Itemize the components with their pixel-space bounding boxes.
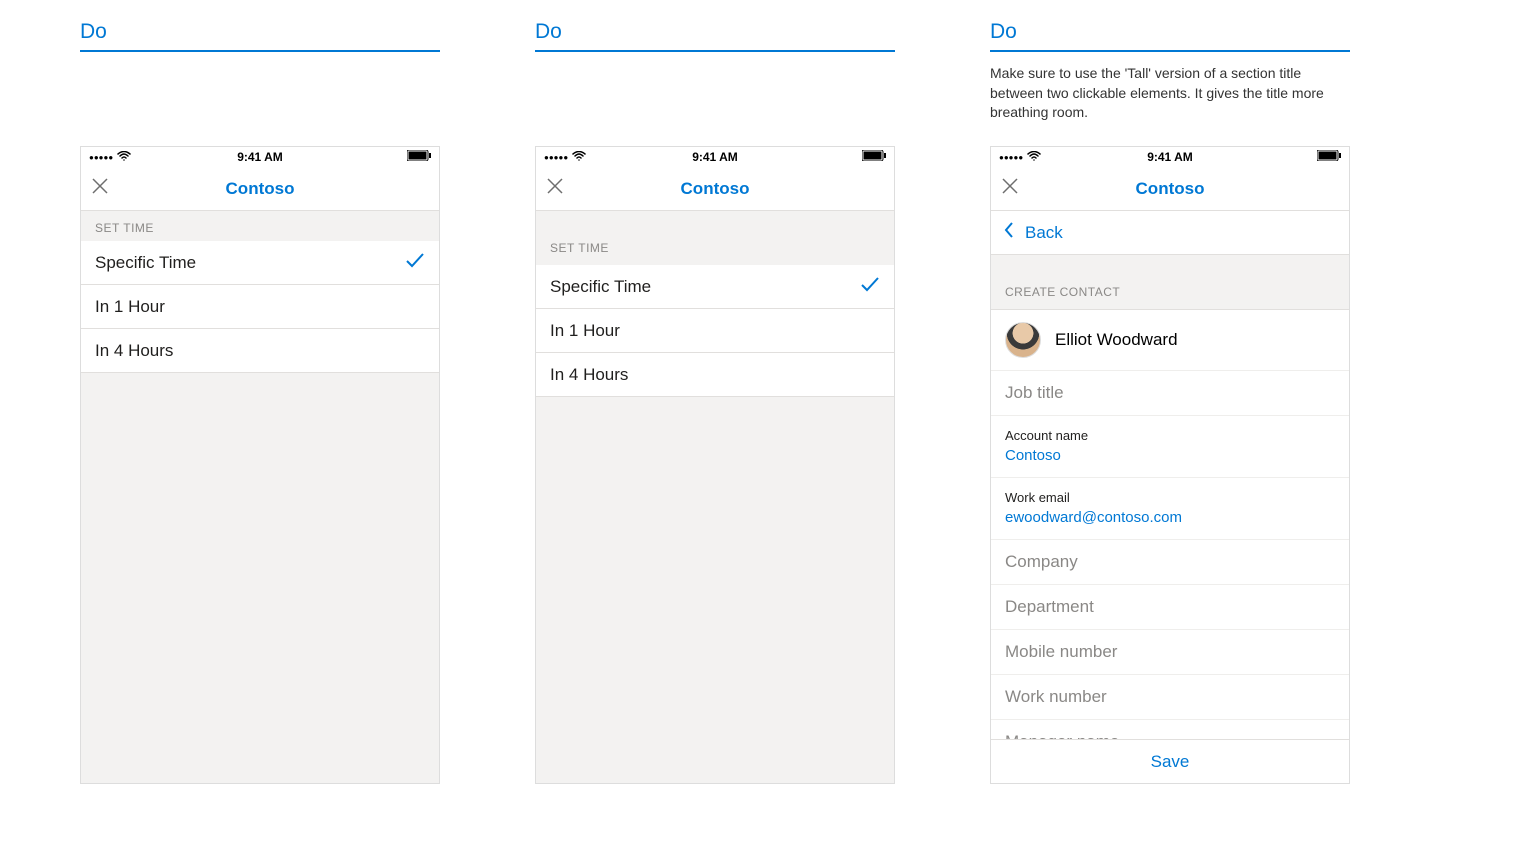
- column-description: [80, 64, 440, 128]
- field-value: ewoodward@contoso.com: [1005, 509, 1182, 526]
- option-specific-time[interactable]: Specific Time: [81, 241, 439, 285]
- nav-bar: Contoso: [536, 167, 894, 211]
- status-time: 9:41 AM: [991, 150, 1349, 164]
- nav-title: Contoso: [991, 179, 1349, 199]
- option-label: In 4 Hours: [95, 341, 173, 361]
- placeholder-text: Mobile number: [1005, 642, 1117, 661]
- status-bar: ●●●●● 9:41 AM: [81, 147, 439, 167]
- option-in-1-hour[interactable]: In 1 Hour: [536, 309, 894, 353]
- section-header-set-time-tall: SET TIME: [536, 211, 894, 265]
- section-header-set-time: SET TIME: [81, 211, 439, 241]
- example-column-1: Do ●●●●● 9:41 AM C: [80, 20, 440, 784]
- column-description: [535, 64, 895, 128]
- avatar: [1005, 322, 1041, 358]
- status-time: 9:41 AM: [536, 150, 894, 164]
- work-email-field[interactable]: Work email ewoodward@contoso.com: [991, 478, 1349, 540]
- placeholder-text: Work number: [1005, 687, 1107, 706]
- field-value: Contoso: [1005, 447, 1061, 464]
- status-bar: ●●●●● 9:41 AM: [991, 147, 1349, 167]
- back-button[interactable]: Back: [991, 211, 1349, 255]
- checkmark-icon: [405, 252, 425, 273]
- placeholder-text: Job title: [1005, 383, 1064, 402]
- option-in-4-hours[interactable]: In 4 Hours: [81, 329, 439, 373]
- field-label: Work email: [1005, 490, 1335, 505]
- section-header-create-contact: CREATE CONTACT: [991, 255, 1349, 309]
- work-number-field[interactable]: Work number: [991, 675, 1349, 720]
- save-button[interactable]: Save: [991, 739, 1349, 783]
- option-label: Specific Time: [550, 277, 651, 297]
- nav-title: Contoso: [536, 179, 894, 199]
- department-field[interactable]: Department: [991, 585, 1349, 630]
- phone-mockup: ●●●●● 9:41 AM Contoso SET TIME: [80, 146, 440, 784]
- example-column-3: Do Make sure to use the 'Tall' version o…: [990, 20, 1350, 784]
- checkmark-icon: [860, 276, 880, 297]
- column-description: Make sure to use the 'Tall' version of a…: [990, 64, 1350, 128]
- mobile-number-field[interactable]: Mobile number: [991, 630, 1349, 675]
- contact-name: Elliot Woodward: [1055, 330, 1178, 350]
- status-time: 9:41 AM: [81, 150, 439, 164]
- option-specific-time[interactable]: Specific Time: [536, 265, 894, 309]
- phone-mockup: ●●●●● 9:41 AM Contoso: [990, 146, 1350, 784]
- placeholder-text: Company: [1005, 552, 1078, 571]
- account-name-field[interactable]: Account name Contoso: [991, 416, 1349, 478]
- example-column-2: Do ●●●●● 9:41 AM Contoso: [535, 20, 895, 784]
- company-field[interactable]: Company: [991, 540, 1349, 585]
- do-label: Do: [990, 20, 1350, 52]
- option-in-4-hours[interactable]: In 4 Hours: [536, 353, 894, 397]
- option-label: In 1 Hour: [95, 297, 165, 317]
- option-label: In 1 Hour: [550, 321, 620, 341]
- field-label: Account name: [1005, 428, 1335, 443]
- job-title-field[interactable]: Job title: [991, 371, 1349, 416]
- option-label: In 4 Hours: [550, 365, 628, 385]
- nav-bar: Contoso: [991, 167, 1349, 211]
- save-label: Save: [1151, 752, 1190, 772]
- phone-mockup: ●●●●● 9:41 AM Contoso SET TIME Specific: [535, 146, 895, 784]
- status-bar: ●●●●● 9:41 AM: [536, 147, 894, 167]
- nav-title: Contoso: [81, 179, 439, 199]
- nav-bar: Contoso: [81, 167, 439, 211]
- do-label: Do: [80, 20, 440, 52]
- chevron-left-icon: [1003, 221, 1025, 244]
- do-label: Do: [535, 20, 895, 52]
- back-label: Back: [1025, 223, 1063, 243]
- placeholder-text: Department: [1005, 597, 1094, 616]
- option-in-1-hour[interactable]: In 1 Hour: [81, 285, 439, 329]
- option-label: Specific Time: [95, 253, 196, 273]
- contact-name-row[interactable]: Elliot Woodward: [991, 309, 1349, 371]
